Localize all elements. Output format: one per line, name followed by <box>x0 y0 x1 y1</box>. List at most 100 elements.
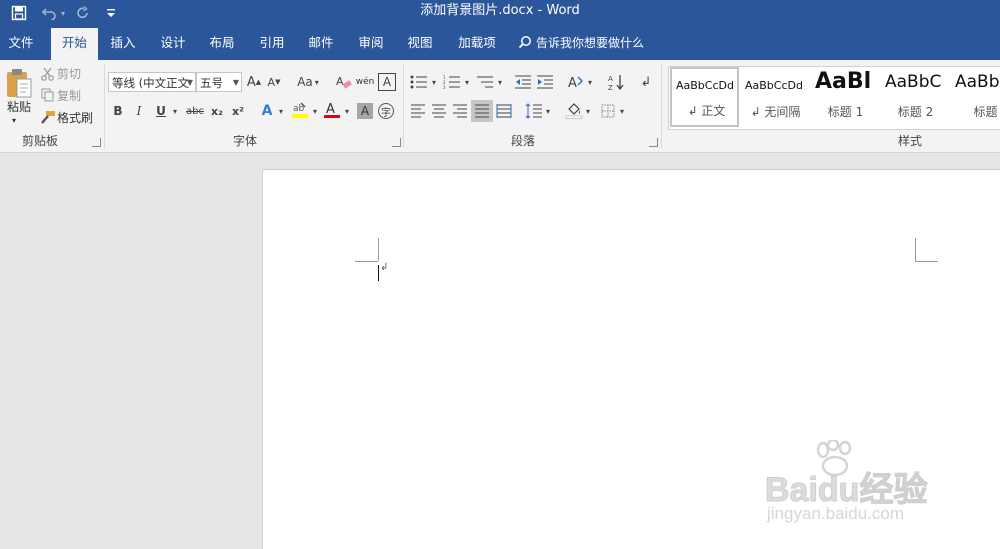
asian-layout-icon[interactable]: A <box>566 72 586 92</box>
font-group-label: 字体 <box>232 134 257 148</box>
line-spacing-icon[interactable] <box>524 101 544 121</box>
copy-button[interactable]: 复制 <box>57 87 81 105</box>
borders-icon[interactable] <box>598 101 618 121</box>
enclose-characters-icon[interactable]: 字 <box>378 103 394 119</box>
highlight-dropdown-icon[interactable]: ▾ <box>310 102 320 120</box>
svg-text:A: A <box>326 102 335 117</box>
style-normal[interactable]: AaBbCcDd ↲ 正文 <box>670 67 739 127</box>
change-case-button[interactable]: Aa ▾ <box>293 72 323 92</box>
style-preview: AaBbC <box>885 72 942 92</box>
clipboard-group-label: 剪贴板 <box>21 134 58 148</box>
baidu-jingyan-watermark: Baidu经验 jingyan.baidu.com <box>764 440 995 530</box>
style-heading-1[interactable]: AaBl 标题 1 <box>811 67 880 127</box>
group-separator <box>403 64 404 148</box>
font-color-icon[interactable]: A <box>322 100 342 120</box>
bold-button[interactable]: B <box>110 102 126 120</box>
increase-indent-icon[interactable] <box>535 72 555 92</box>
text-effects-icon[interactable]: A <box>258 102 276 120</box>
numbering-icon[interactable]: 123 <box>441 72 463 92</box>
distributed-icon[interactable] <box>494 101 514 121</box>
svg-text:A: A <box>568 76 577 90</box>
style-preview: AaBb <box>955 72 1000 92</box>
font-launcher-icon[interactable] <box>392 138 401 147</box>
tell-me-box[interactable]: 告诉我你想要做什么 <box>518 28 644 60</box>
shrink-font-icon[interactable]: A ▼ <box>266 72 282 92</box>
underline-button[interactable]: U <box>152 102 170 120</box>
font-color-dropdown-icon[interactable]: ▾ <box>342 102 352 120</box>
tab-layout[interactable]: 布局 <box>199 28 245 60</box>
align-left-icon[interactable] <box>408 101 428 121</box>
tab-addins[interactable]: 加载项 <box>449 28 505 60</box>
tab-insert[interactable]: 插入 <box>101 28 145 60</box>
multilevel-dropdown-icon[interactable]: ▾ <box>496 72 504 92</box>
line-spacing-dropdown-icon[interactable]: ▾ <box>544 101 552 121</box>
highlight-color-icon[interactable]: ab <box>290 100 310 120</box>
title-bar: ▾ 添加背景图片.docx - Word <box>0 0 1000 28</box>
tab-review[interactable]: 审阅 <box>347 28 395 60</box>
paragraph-launcher-icon[interactable] <box>649 138 658 147</box>
clear-formatting-icon[interactable]: A <box>335 72 353 92</box>
character-border-icon[interactable]: A <box>378 73 396 91</box>
italic-label: I <box>136 104 142 118</box>
clipboard-launcher-icon[interactable] <box>92 138 101 147</box>
search-icon <box>518 36 531 49</box>
underline-dropdown-icon[interactable]: ▾ <box>170 102 180 120</box>
superscript-label: x² <box>232 104 244 118</box>
text-cursor <box>378 265 379 281</box>
justify-icon[interactable] <box>471 100 493 122</box>
text-effects-dropdown-icon[interactable]: ▾ <box>276 102 286 120</box>
paste-icon[interactable] <box>4 66 34 100</box>
group-separator <box>104 64 105 148</box>
numbering-dropdown-icon[interactable]: ▾ <box>463 72 471 92</box>
sort-icon[interactable]: AZ <box>606 72 626 92</box>
paragraph-group-label: 段落 <box>510 134 535 148</box>
style-no-spacing[interactable]: AaBbCcDd ↲ 无间隔 <box>741 67 810 127</box>
font-name-combo[interactable]: 等线 (中文正文 ▼ <box>108 72 196 92</box>
tab-home[interactable]: 开始 <box>51 28 98 60</box>
superscript-button[interactable]: x² <box>229 102 247 120</box>
format-painter-button[interactable]: 格式刷 <box>57 109 93 127</box>
decrease-indent-icon[interactable] <box>513 72 533 92</box>
style-name: 标题 1 <box>827 105 864 119</box>
svg-text:Z: Z <box>608 84 613 91</box>
style-preview: AaBbCcDd <box>676 79 734 92</box>
tell-me-text: 告诉我你想要做什么 <box>536 36 645 50</box>
phonetic-guide-icon[interactable]: wén <box>356 72 375 92</box>
bullets-icon[interactable] <box>408 72 430 92</box>
strikethrough-button[interactable]: abc <box>184 102 206 120</box>
bullets-dropdown-icon[interactable]: ▾ <box>430 72 438 92</box>
show-marks-icon[interactable]: ↲ <box>638 72 654 92</box>
crop-mark-left-vertical <box>378 238 379 261</box>
style-name: 标题 <box>973 105 998 119</box>
style-title[interactable]: AaBb 标题 <box>951 67 1000 127</box>
font-size-combo[interactable]: 五号 ▼ <box>196 72 242 92</box>
style-heading-2[interactable]: AaBbC 标题 2 <box>881 67 950 127</box>
borders-dropdown-icon[interactable]: ▾ <box>618 101 626 121</box>
tab-mailings[interactable]: 邮件 <box>298 28 344 60</box>
style-preview: AaBbCcDd <box>745 79 803 92</box>
scissors-icon <box>40 66 54 82</box>
grow-font-icon[interactable]: A ▲ <box>246 72 262 92</box>
multilevel-list-icon[interactable] <box>474 72 496 92</box>
style-preview: AaBl <box>815 69 872 94</box>
asian-layout-dropdown-icon[interactable]: ▾ <box>586 72 594 92</box>
italic-button[interactable]: I <box>131 102 147 120</box>
tab-references[interactable]: 引用 <box>249 28 295 60</box>
character-shading-icon[interactable]: A <box>357 103 373 119</box>
cut-button[interactable]: 剪切 <box>57 65 81 83</box>
tab-file[interactable]: 文件 <box>0 28 42 60</box>
align-center-icon[interactable] <box>429 101 449 121</box>
paste-dropdown-icon[interactable]: ▾ <box>12 112 24 130</box>
shading-icon[interactable] <box>564 100 584 120</box>
svg-text:A: A <box>608 75 613 83</box>
subscript-button[interactable]: x₂ <box>208 102 226 120</box>
align-right-icon[interactable] <box>450 101 470 121</box>
tab-view[interactable]: 视图 <box>397 28 443 60</box>
style-name: ↲ 正文 <box>687 104 726 118</box>
tab-design[interactable]: 设计 <box>150 28 196 60</box>
format-painter-icon <box>40 109 56 125</box>
strikethrough-label: abc <box>186 105 204 117</box>
shading-dropdown-icon[interactable]: ▾ <box>584 101 592 121</box>
change-case-label: Aa <box>297 75 313 89</box>
paragraph-mark-icon: ↲ <box>380 262 389 273</box>
